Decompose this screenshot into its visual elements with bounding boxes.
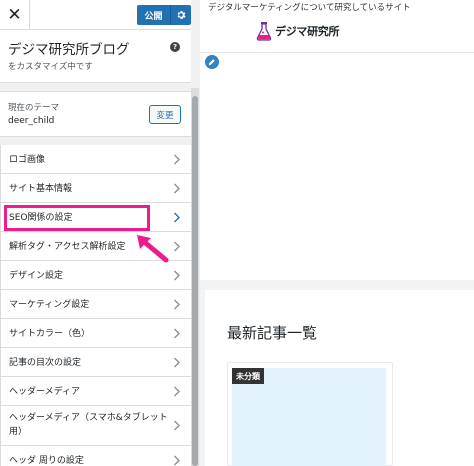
menu-item-label: 記事の目次の設定 [9, 358, 82, 368]
customizing-subtitle: をカスタマイズ中です [8, 62, 93, 72]
preview-site-header: デジタルマーケティングについて研究しているサイト デジマ研究所 [200, 0, 474, 52]
chevron-right-icon [174, 455, 180, 466]
chevron-right-icon [174, 386, 180, 397]
publish-button-group: 公開 [137, 5, 191, 25]
post-card[interactable]: 未分類 [227, 362, 393, 466]
flask-logo-icon [256, 22, 272, 41]
menu-item-site-color[interactable]: サイトカラー（色） [0, 319, 191, 348]
menu-item-site-basic-info[interactable]: サイト基本情報 [0, 174, 191, 203]
menu-item-header-area-settings[interactable]: ヘッダ 周りの設定 [0, 446, 191, 466]
site-title: デジマ研究所ブログ [8, 42, 130, 58]
menu-item-marketing-settings[interactable]: マーケティング設定 [0, 290, 191, 319]
chevron-right-icon [174, 270, 180, 281]
recent-posts-title: 最新記事一覧 [227, 324, 318, 342]
current-theme-name: deer_child [8, 116, 55, 126]
menu-item-label: ヘッダーメディア [9, 387, 81, 397]
change-theme-button[interactable]: 変更 [149, 105, 181, 124]
close-icon[interactable]: ✕ [0, 0, 30, 30]
customizer-sidebar: ✕ 公開 デジマ研究所ブログ をカスタマイズ中です ? 現在のテーマ deer_… [0, 0, 191, 466]
menu-item-header-media[interactable]: ヘッダーメディア [0, 377, 191, 406]
chevron-right-icon [174, 328, 180, 339]
menu-item-logo-image[interactable]: ロゴ画像 [0, 145, 191, 174]
gear-icon[interactable] [170, 5, 191, 25]
menu-item-design-settings[interactable]: デザイン設定 [0, 261, 191, 290]
menu-item-label: SEO関係の設定 [9, 213, 73, 223]
chevron-right-icon [174, 241, 180, 252]
menu-item-seo-settings[interactable]: SEO関係の設定 [0, 203, 191, 232]
chevron-right-icon [174, 183, 180, 194]
current-theme-block: 現在のテーマ deer_child 変更 [0, 91, 191, 137]
site-logo-text: デジマ研究所 [275, 25, 340, 38]
menu-item-toc-settings[interactable]: 記事の目次の設定 [0, 348, 191, 377]
recent-posts-section: 最新記事一覧 未分類 [205, 290, 474, 466]
current-theme-label: 現在のテーマ [8, 103, 60, 113]
sidebar-scrollbar-thumb[interactable] [192, 96, 198, 466]
menu-item-label: サイトカラー（色） [9, 329, 91, 339]
chevron-right-icon [174, 299, 180, 310]
preview-main-area [200, 52, 474, 280]
chevron-right-icon [174, 357, 180, 368]
site-logo[interactable]: デジマ研究所 [256, 20, 340, 42]
menu-item-label: サイト基本情報 [9, 184, 73, 194]
category-badge: 未分類 [232, 368, 264, 384]
menu-item-header-media-mobile[interactable]: ヘッダーメディア（スマホ&タブレット用） [0, 406, 191, 446]
pencil-icon[interactable] [204, 54, 220, 70]
menu-item-label: ロゴ画像 [9, 155, 46, 165]
chevron-right-icon [174, 212, 180, 223]
menu-item-label: ヘッダーメディア（スマホ&タブレット用） [9, 413, 168, 437]
pointer-arrow-annotation [137, 235, 169, 263]
customizer-title-block: デジマ研究所ブログ をカスタマイズ中です ? [0, 30, 191, 83]
customizer-menu: ロゴ画像 サイト基本情報 SEO関係の設定 解析タグ・アクセス解析設定 デザイン… [0, 145, 191, 466]
menu-item-label: デザイン設定 [9, 271, 64, 281]
chevron-right-icon [174, 154, 180, 165]
customizer-header: ✕ 公開 [0, 0, 191, 30]
help-icon[interactable]: ? [170, 42, 180, 52]
site-preview: デジタルマーケティングについて研究しているサイト デジマ研究所 最新記事一覧 未… [200, 0, 474, 466]
publish-button[interactable]: 公開 [137, 5, 170, 25]
menu-item-label: マーケティング設定 [9, 300, 90, 310]
chevron-right-icon [174, 420, 180, 431]
site-tagline: デジタルマーケティングについて研究しているサイト [208, 3, 411, 13]
menu-item-label: ヘッダ 周りの設定 [9, 456, 84, 466]
